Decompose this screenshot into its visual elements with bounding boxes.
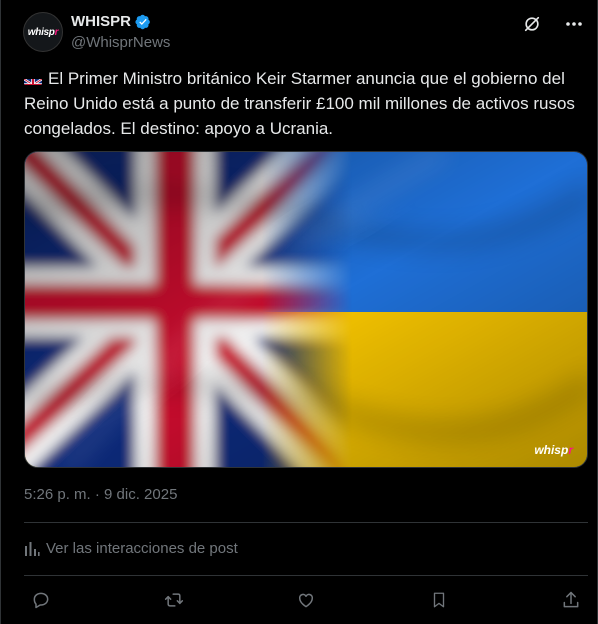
post-body: El Primer Ministro británico Keir Starme… [24,69,575,138]
view-interactions-label: Ver las interacciones de post [46,540,238,557]
bookmark-icon[interactable] [422,586,456,614]
verified-badge-icon[interactable] [135,14,151,30]
post-media-image[interactable]: whispr [24,151,588,468]
share-icon[interactable] [554,586,588,614]
avatar-text: whisp [27,26,55,38]
divider [24,522,588,523]
gb-flag-icon [24,73,42,85]
left-border [0,0,1,624]
author-name-row: WHISPR [71,13,151,30]
avatar[interactable]: whispr [23,12,63,52]
action-bar [24,586,588,614]
divider [24,575,588,576]
uk-ukraine-flag-image [25,152,587,467]
top-icons [522,14,584,34]
grok-icon[interactable] [522,14,542,34]
post-timestamp[interactable]: 5:26 p. m. · 9 dic. 2025 [24,486,177,503]
view-interactions-link[interactable]: Ver las interacciones de post [24,540,238,557]
post-container: whispr WHISPR @WhisprNews El Primer Mini… [0,0,598,624]
author-handle[interactable]: @WhisprNews [71,34,170,51]
analytics-icon [25,541,40,556]
more-icon[interactable] [564,14,584,34]
avatar-text-accent: r [54,26,59,38]
reply-icon[interactable] [24,586,58,614]
like-icon[interactable] [289,586,323,614]
post-text: El Primer Ministro británico Keir Starme… [24,66,584,141]
media-watermark: whispr [534,443,573,457]
author-display-name[interactable]: WHISPR [71,13,131,30]
repost-icon[interactable] [157,586,191,614]
